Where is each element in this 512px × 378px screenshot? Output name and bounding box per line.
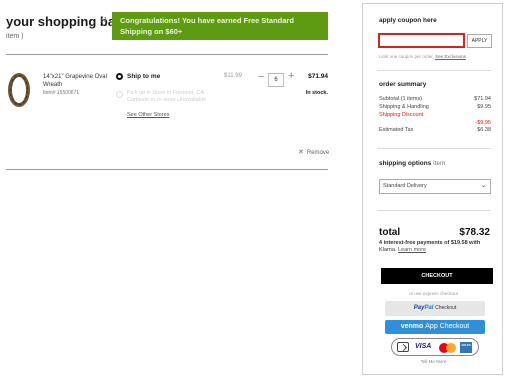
summary-value: $6.38 — [477, 127, 491, 133]
remove-item-button[interactable]: ✕ Remove — [298, 148, 329, 156]
apply-coupon-button[interactable]: APPLY — [467, 34, 492, 48]
venmo-checkout-button[interactable]: venmo App Checkout — [385, 320, 485, 334]
coupon-input[interactable] — [378, 33, 465, 48]
shipping-options-label: shipping options — [379, 160, 432, 167]
summary-value: -$9.95 — [475, 120, 491, 126]
shipping-options-title: shipping options item — [379, 160, 445, 167]
summary-label: Shipping Discount — [379, 112, 424, 118]
chevron-down-icon: ⌄ — [480, 183, 486, 189]
divider — [377, 70, 491, 71]
klarna-payments-text: 4 interest-free payments of $19.58 with — [379, 240, 481, 246]
amex-logo: AM EX — [460, 342, 472, 353]
divider — [377, 210, 491, 211]
klarna-message: 4 interest-free payments of $19.58 with … — [379, 240, 494, 253]
quantity-increase-button[interactable]: + — [288, 71, 294, 82]
divider — [377, 148, 491, 149]
visa-logo: VISA — [415, 343, 432, 350]
card-checkout-button[interactable]: VISA AM EX — [391, 338, 479, 356]
stock-status: In stock. — [305, 90, 328, 96]
coupon-limit-text: Limit one coupon per order. — [379, 54, 434, 59]
venmo-checkout-label: App Checkout — [425, 323, 470, 330]
tell-me-more-link[interactable]: Tell Me More — [363, 359, 504, 364]
ship-to-me-radio[interactable] — [116, 73, 123, 80]
summary-label: Subtotal (1 items) — [379, 96, 423, 102]
product-sku: Item# 15500671 — [43, 90, 80, 96]
line-total: $71.94 — [308, 73, 328, 80]
divider — [6, 169, 328, 170]
item-count-open: (1 — [101, 17, 108, 24]
ship-to-me-label[interactable]: Ship to me — [127, 73, 160, 80]
order-summary-title: order summary — [379, 81, 427, 88]
order-panel: apply coupon here APPLY Limit one coupon… — [362, 3, 503, 375]
total-value: $78.32 — [459, 227, 490, 238]
paypal-logo-pal: Pal — [424, 305, 434, 311]
summary-row-tax: Estimated Tax $6.38 — [379, 127, 491, 133]
divider — [6, 54, 328, 55]
quantity-input[interactable]: 6 — [268, 73, 284, 87]
unit-price: $11.99 — [224, 73, 242, 79]
mastercard-logo — [439, 343, 456, 353]
quantity-decrease-button[interactable]: − — [258, 72, 264, 83]
paypal-checkout-button[interactable]: PayPal Checkout — [385, 301, 485, 316]
summary-value: $71.94 — [474, 96, 491, 102]
shipping-options-suffix: item — [433, 160, 446, 167]
bag-header: your shopping bag (1 item ) Congratulati… — [6, 12, 328, 54]
express-checkout-note: or use express checkout — [409, 291, 458, 296]
summary-row-subtotal: Subtotal (1 items) $71.94 — [379, 96, 491, 102]
card-icon — [397, 342, 409, 352]
see-other-stores-link[interactable]: See Other Stores — [127, 112, 170, 118]
delivery-selected-value: Standard Delivery — [383, 183, 427, 189]
coupon-title: apply coupon here — [379, 17, 437, 24]
delivery-method-select[interactable]: Standard Delivery ⌄ — [379, 179, 491, 194]
klarna-brand: Klarna. — [379, 246, 397, 253]
summary-row-shipping-discount: Shipping Discount -$9.95 — [379, 112, 491, 126]
pickup-label: Pick up in Store in Fremont, CA Curbside… — [127, 90, 206, 103]
remove-label: Remove — [306, 150, 330, 156]
close-icon: ✕ — [298, 149, 304, 156]
paypal-logo-pay: Pay — [413, 305, 425, 311]
summary-value: $9.95 — [477, 104, 491, 110]
coupon-note: Limit one coupon per order. See Exclusio… — [379, 54, 466, 59]
total-label: total — [379, 227, 401, 238]
see-exclusions-link[interactable]: See Exclusions — [435, 54, 466, 59]
item-count-close: item ) — [6, 33, 24, 40]
product-image-wreath[interactable] — [8, 73, 30, 107]
pickup-radio — [116, 91, 123, 98]
paypal-checkout-label: Checkout — [435, 305, 457, 311]
summary-label: Estimated Tax — [379, 127, 414, 133]
klarna-learn-more-link[interactable]: Learn more — [398, 247, 426, 253]
summary-label: Shipping & Handling — [379, 104, 429, 110]
checkout-button[interactable]: CHECKOUT — [381, 268, 493, 284]
free-shipping-banner: Congratulations! You have earned Free St… — [112, 12, 328, 40]
summary-row-shipping: Shipping & Handling $9.95 — [379, 104, 491, 110]
venmo-logo: venmo — [400, 323, 424, 330]
product-name[interactable]: 14"x21" Grapevine Oval Wreath — [43, 73, 115, 89]
